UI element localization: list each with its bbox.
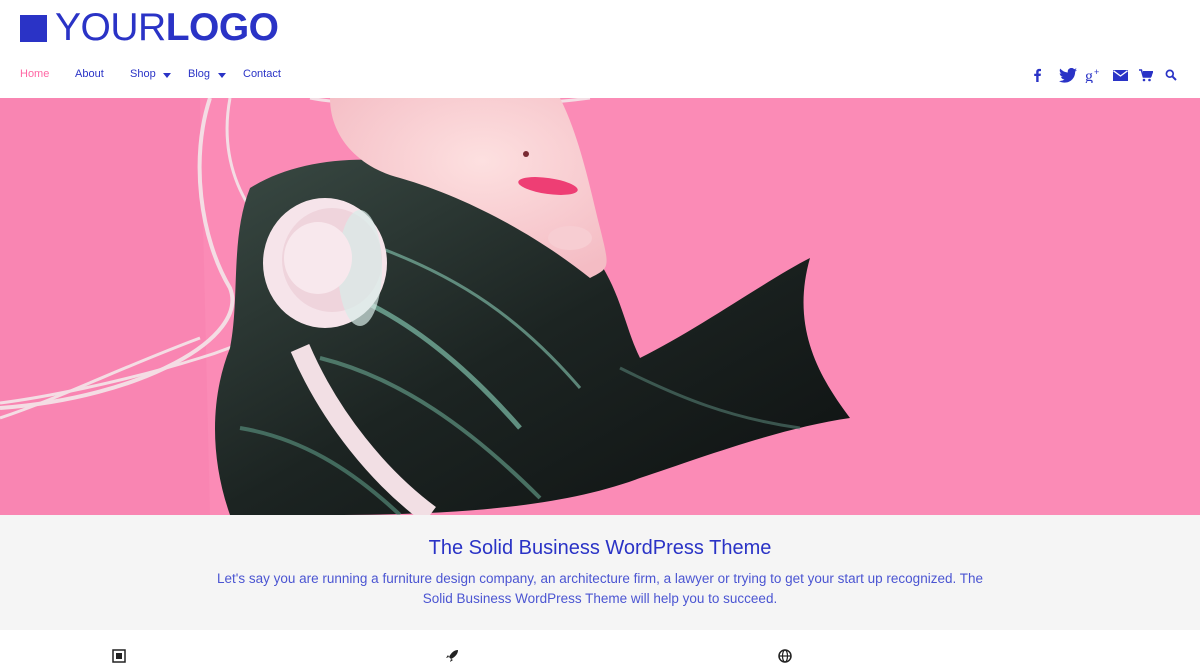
facebook-icon[interactable] [1027, 66, 1047, 84]
svg-text:+: + [1094, 67, 1099, 77]
twitter-icon[interactable] [1058, 66, 1078, 84]
nav-item-contact[interactable]: Contact [243, 68, 281, 80]
svg-text:g: g [1085, 68, 1093, 83]
logo-text-bold: LOGO [165, 6, 279, 49]
logo-square-icon [20, 14, 47, 42]
square-icon [112, 649, 126, 663]
nav-item-blog[interactable]: Blog [188, 68, 210, 80]
features-section [0, 630, 1200, 663]
globe-icon [778, 649, 792, 663]
nav-item-about[interactable]: About [75, 68, 104, 80]
hero-image [0, 98, 1200, 515]
intro-text: Let's say you are running a furniture de… [217, 571, 983, 606]
site-logo[interactable]: YOURLOGO [20, 8, 279, 48]
intro-section: The Solid Business WordPress Theme Let's… [0, 515, 1200, 630]
email-icon[interactable] [1110, 66, 1130, 84]
search-icon[interactable] [1161, 66, 1181, 84]
nav-item-home[interactable]: Home [20, 68, 49, 80]
blog-chevron-down-icon[interactable] [218, 73, 226, 78]
rocket-icon [445, 649, 459, 663]
site-header: YOURLOGO Home About Shop Blog Contact g + [0, 0, 1200, 98]
intro-title: The Solid Business WordPress Theme [428, 537, 772, 559]
cart-icon[interactable] [1136, 66, 1156, 84]
logo-text-light: YOUR [55, 6, 166, 49]
nav-item-shop[interactable]: Shop [130, 68, 156, 80]
shop-chevron-down-icon[interactable] [163, 73, 171, 78]
google-plus-icon[interactable]: g + [1084, 66, 1104, 84]
